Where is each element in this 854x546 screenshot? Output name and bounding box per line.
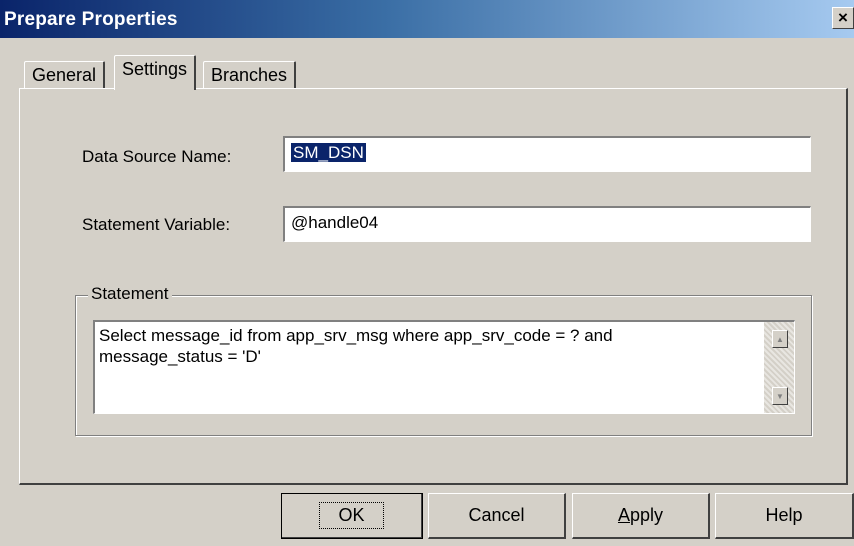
data-source-name-label: Data Source Name:: [82, 147, 232, 166]
apply-button-label: Apply: [617, 505, 664, 525]
data-source-name-input[interactable]: SM_DSN: [283, 136, 811, 172]
statement-variable-input[interactable]: @handle04: [283, 206, 811, 242]
ok-button-label: OK: [319, 502, 384, 529]
window-title: Prepare Properties: [4, 9, 178, 30]
cancel-button[interactable]: Cancel: [428, 493, 566, 539]
close-icon: ×: [838, 8, 848, 27]
ok-button[interactable]: OK: [281, 493, 423, 539]
statement-variable-label: Statement Variable:: [82, 215, 231, 234]
scroll-down-button[interactable]: ▼: [772, 387, 788, 405]
close-button[interactable]: ×: [832, 7, 854, 29]
cancel-button-label: Cancel: [468, 505, 525, 525]
tab-branches[interactable]: Branches: [203, 61, 297, 89]
help-button[interactable]: Help: [715, 493, 854, 539]
scroll-up-arrow-icon: ▲: [776, 334, 784, 344]
tab-settings-label: Settings: [122, 59, 188, 79]
statement-variable-value: @handle04: [291, 213, 379, 232]
help-button-label: Help: [765, 505, 803, 525]
scroll-up-button[interactable]: ▲: [772, 330, 788, 348]
settings-panel: Data Source Name: SM_DSN Statement Varia…: [19, 88, 848, 485]
tab-general-label: General: [32, 65, 97, 85]
tab-general[interactable]: General: [24, 61, 106, 89]
statement-text: Select message_id from app_srv_msg where…: [99, 326, 618, 366]
scroll-down-arrow-icon: ▼: [776, 391, 784, 401]
data-source-name-value: SM_DSN: [290, 142, 367, 163]
statement-group-label: Statement: [88, 284, 172, 304]
tab-settings[interactable]: Settings: [114, 55, 197, 90]
apply-button[interactable]: Apply: [572, 493, 710, 539]
statement-textarea[interactable]: Select message_id from app_srv_msg where…: [93, 320, 795, 414]
tab-branches-label: Branches: [211, 65, 288, 85]
statement-scrollbar[interactable]: ▲ ▼: [764, 322, 794, 413]
title-bar[interactable]: Prepare Properties ×: [0, 0, 854, 38]
